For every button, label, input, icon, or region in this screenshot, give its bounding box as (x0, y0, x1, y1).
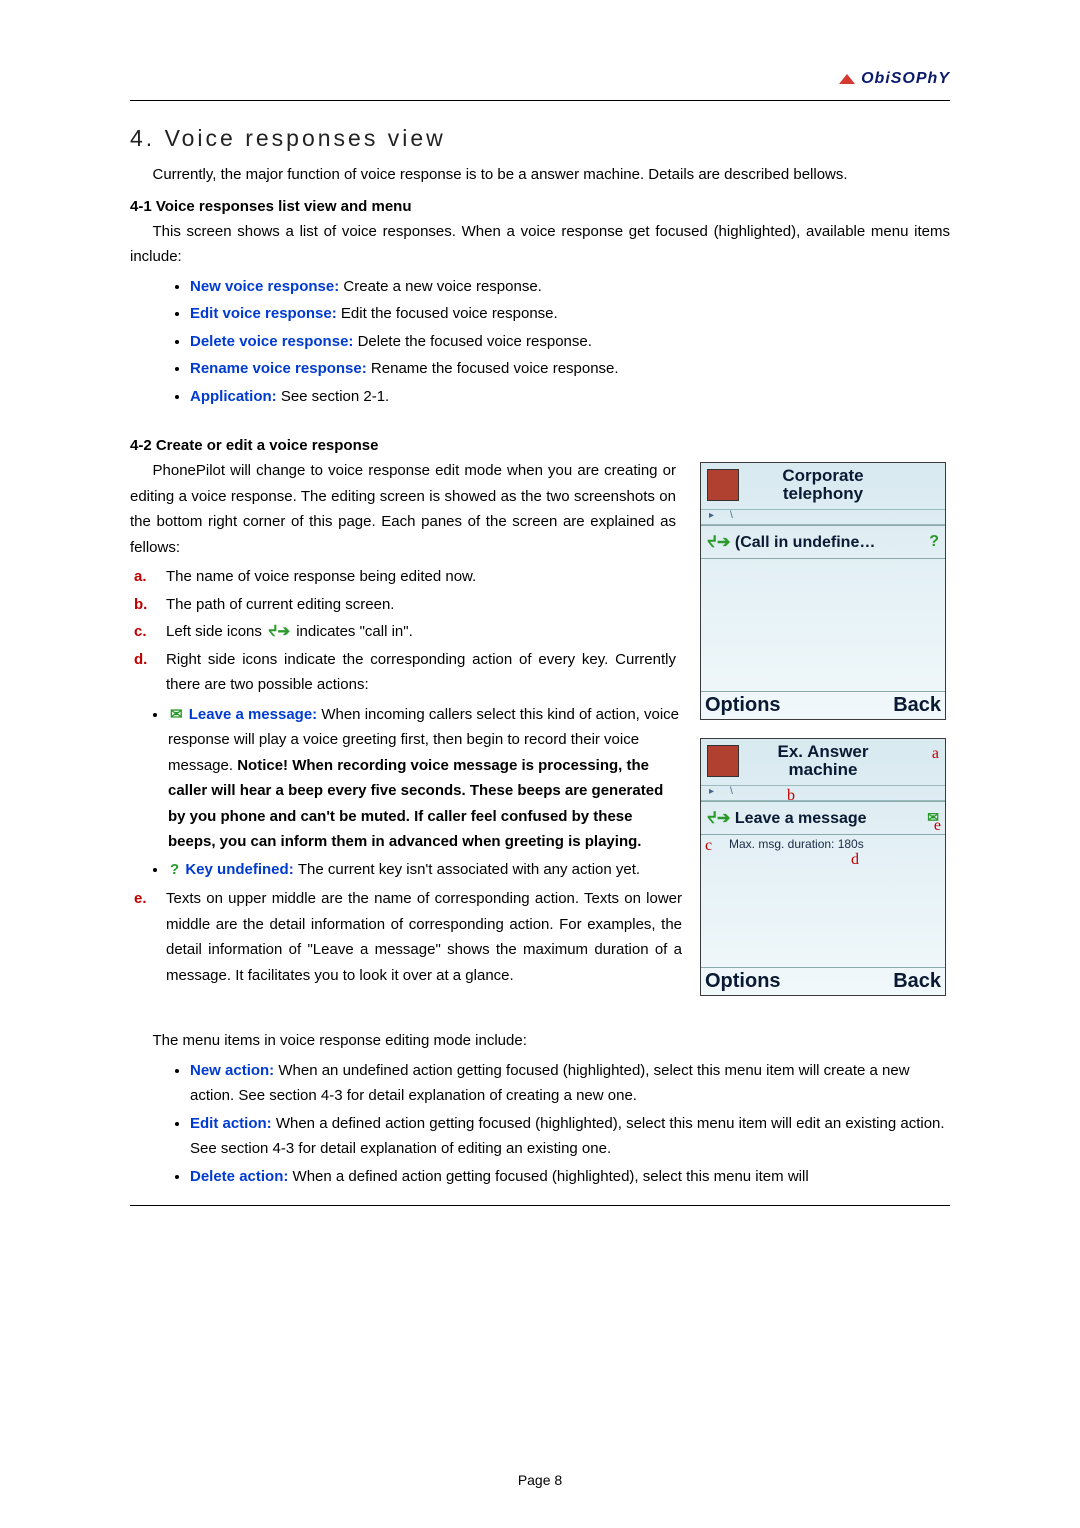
question-icon: ? (168, 857, 181, 883)
callin-icon: ᔪ➔ (266, 619, 292, 645)
app-icon (707, 469, 739, 501)
edit-mode-menu-list: New action: When an undefined action get… (130, 1058, 950, 1190)
notice-text: Notice! When recording voice message is … (168, 757, 663, 851)
term: Delete voice response: (190, 333, 358, 350)
actions-list: ✉ Leave a message: When incoming callers… (130, 702, 714, 883)
term: New action: (190, 1062, 278, 1079)
tabs-bar: ▸\ (701, 509, 945, 525)
leave-message-icon: ✉ (168, 702, 185, 728)
app-icon (707, 745, 739, 777)
brand-text: ObiSOPhY (861, 70, 950, 88)
triangle-icon (839, 74, 855, 84)
softkey-back[interactable]: Back (893, 970, 941, 993)
sub42-paragraph: PhonePilot will change to voice response… (130, 458, 676, 560)
desc: See section 2-1. (281, 388, 389, 405)
screenshot-ex-answer-machine: Ex. Answer machine ▸\ ᔪ➔ Leave a message… (700, 738, 946, 996)
list-item: Edit voice response: Edit the focused vo… (190, 301, 950, 327)
intro-paragraph: Currently, the major function of voice r… (130, 162, 950, 188)
section-title: 4. Voice responses view (130, 125, 950, 152)
item-e: e. Texts on upper middle are the name of… (130, 886, 682, 988)
term: New voice response: (190, 278, 343, 295)
desc: When a defined action getting focused (h… (293, 1168, 809, 1185)
term: Delete action: (190, 1168, 293, 1185)
list-row[interactable]: ᔪ➔ Leave a message ✉ (701, 801, 945, 835)
page-footer: Page 8 (0, 1472, 1080, 1488)
item-d: d. Right side icons indicate the corresp… (130, 647, 676, 698)
letter-list: a. The name of voice response being edit… (130, 564, 676, 698)
callin-icon: ᔪ➔ (707, 534, 730, 551)
annot-e: e (934, 817, 941, 835)
sub41-menu-list: New voice response: Create a new voice r… (130, 274, 950, 410)
sub42-heading: 4-2 Create or edit a voice response (130, 437, 950, 454)
desc: Create a new voice response. (343, 278, 541, 295)
list-item: New action: When an undefined action get… (190, 1058, 950, 1109)
question-icon: ? (929, 533, 939, 551)
detail-text: Max. msg. duration: 180s (701, 835, 945, 853)
softkey-options[interactable]: Options (705, 694, 781, 717)
page-header: ObiSOPhY (130, 64, 950, 94)
term: Edit action: (190, 1115, 276, 1132)
term: Rename voice response: (190, 360, 371, 377)
desc: When a defined action getting focused (h… (190, 1115, 945, 1158)
divider-top (130, 100, 950, 101)
divider-bottom (130, 1205, 950, 1206)
term: Application: (190, 388, 281, 405)
list-item: Rename voice response: Rename the focuse… (190, 356, 950, 382)
term: Leave a message: (189, 706, 322, 723)
softkey-back[interactable]: Back (893, 694, 941, 717)
desc: Rename the focused voice response. (371, 360, 619, 377)
term: Edit voice response: (190, 305, 341, 322)
tabs-bar: ▸\ (701, 785, 945, 801)
softkey-options[interactable]: Options (705, 970, 781, 993)
item-b: b. The path of current editing screen. (130, 592, 676, 618)
desc: When an undefined action getting focused… (190, 1062, 910, 1105)
list-item: Delete voice response: Delete the focuse… (190, 329, 950, 355)
action-key-undefined: ? Key undefined: The current key isn't a… (168, 857, 714, 883)
item-c: c. Left side icons ᔪ➔ indicates "call in… (130, 619, 676, 645)
list-item: Application: See section 2-1. (190, 384, 950, 410)
desc: The current key isn't associated with an… (298, 861, 640, 878)
menu-intro: The menu items in voice response editing… (130, 1028, 950, 1054)
list-item: Edit action: When a defined action getti… (190, 1111, 950, 1162)
desc: Delete the focused voice response. (358, 333, 592, 350)
term: Key undefined: (185, 861, 298, 878)
annot-b: b (787, 787, 795, 805)
list-row[interactable]: ᔪ➔ (Call in undefine… ? (701, 525, 945, 559)
list-item: Delete action: When a defined action get… (190, 1164, 950, 1190)
desc: Edit the focused voice response. (341, 305, 558, 322)
annot-c: c (705, 837, 712, 855)
callin-icon: ᔪ➔ (707, 810, 730, 827)
action-leave-message: ✉ Leave a message: When incoming callers… (168, 702, 714, 855)
annot-a: a (932, 745, 939, 763)
sub41-paragraph: This screen shows a list of voice respon… (130, 219, 950, 270)
annot-d: d (851, 851, 859, 869)
item-a: a. The name of voice response being edit… (130, 564, 676, 590)
brand-logo: ObiSOPhY (839, 70, 950, 88)
list-item: New voice response: Create a new voice r… (190, 274, 950, 300)
sub41-heading: 4-1 Voice responses list view and menu (130, 198, 950, 215)
screenshot-corporate-telephony: Corporate telephony ▸\ ᔪ➔ (Call in undef… (700, 462, 946, 720)
